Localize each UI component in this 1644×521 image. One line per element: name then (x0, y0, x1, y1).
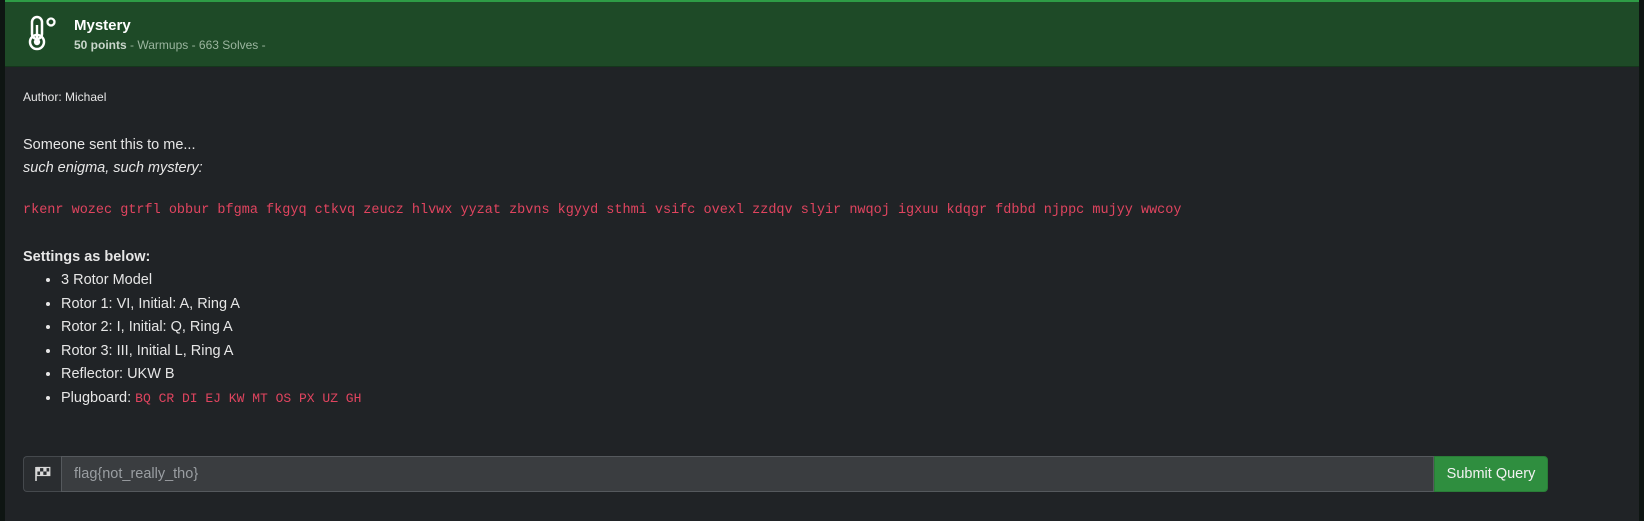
challenge-title: Mystery (74, 17, 131, 34)
plugboard-value: BQ CR DI EJ KW MT OS PX UZ GH (135, 390, 362, 406)
challenge-card: Mystery 50 points - Warmups - 663 Solves… (5, 0, 1639, 521)
settings-item: Rotor 2: I, Initial: Q, Ring A (61, 316, 361, 340)
flag-input[interactable] (61, 456, 1434, 492)
settings-item-plugboard: Plugboard: BQ CR DI EJ KW MT OS PX UZ GH (61, 387, 361, 411)
settings-item: Rotor 1: VI, Initial: A, Ring A (61, 293, 361, 317)
settings-item: Rotor 3: III, Initial L, Ring A (61, 340, 361, 364)
settings-heading: Settings as below: (23, 249, 151, 265)
flag-submit-form: Submit Query (23, 456, 1548, 492)
settings-item: Reflector: UKW B (61, 363, 361, 387)
submit-button[interactable]: Submit Query (1434, 456, 1548, 492)
checkered-flag-icon (34, 466, 50, 481)
intro-text: Someone sent this to me... such enigma, … (23, 134, 203, 180)
settings-item: 3 Rotor Model (61, 269, 361, 293)
intro-line: Someone sent this to me... (23, 137, 196, 153)
challenge-meta: 50 points - Warmups - 663 Solves - (74, 38, 266, 52)
challenge-category-solves: - Warmups - 663 Solves - (126, 38, 266, 52)
thermometer-icon (28, 15, 56, 51)
ciphertext-code: rkenr wozec gtrfl obbur bfgma fkgyq ctkv… (23, 203, 1182, 218)
author-line: Author: Michael (23, 90, 107, 104)
flag-addon (23, 456, 61, 492)
plugboard-label: Plugboard: (61, 389, 136, 406)
settings-list: 3 Rotor Model Rotor 1: VI, Initial: A, R… (23, 269, 361, 410)
intro-italic-line: such enigma, such mystery: (23, 160, 203, 176)
challenge-points: 50 points (74, 38, 127, 52)
challenge-header: Mystery 50 points - Warmups - 663 Solves… (5, 2, 1639, 67)
